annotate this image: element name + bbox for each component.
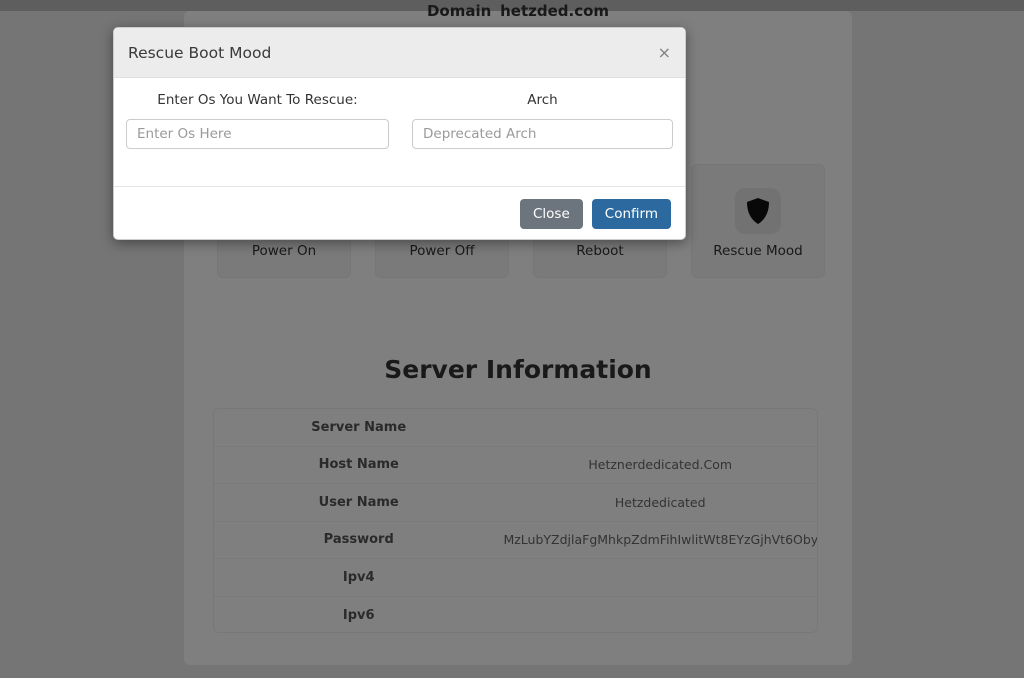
modal-footer: Close Confirm (114, 186, 685, 240)
arch-input[interactable] (412, 119, 673, 149)
os-field-label: Enter Os You Want To Rescue: (126, 92, 389, 108)
page: Domain hetzded.com Power On Power Off Re… (0, 0, 1024, 678)
arch-field-label: Arch (412, 92, 673, 108)
arch-field-group: Arch (412, 92, 673, 149)
confirm-button[interactable]: Confirm (592, 199, 671, 229)
modal-body: Enter Os You Want To Rescue: Arch (114, 78, 685, 186)
os-input[interactable] (126, 119, 389, 149)
rescue-boot-modal: Rescue Boot Mood × Enter Os You Want To … (113, 27, 686, 240)
close-button[interactable]: Close (520, 199, 583, 229)
os-field-group: Enter Os You Want To Rescue: (126, 92, 389, 149)
close-icon[interactable]: × (658, 45, 671, 61)
modal-header: Rescue Boot Mood × (114, 28, 685, 78)
modal-title: Rescue Boot Mood (128, 44, 271, 62)
